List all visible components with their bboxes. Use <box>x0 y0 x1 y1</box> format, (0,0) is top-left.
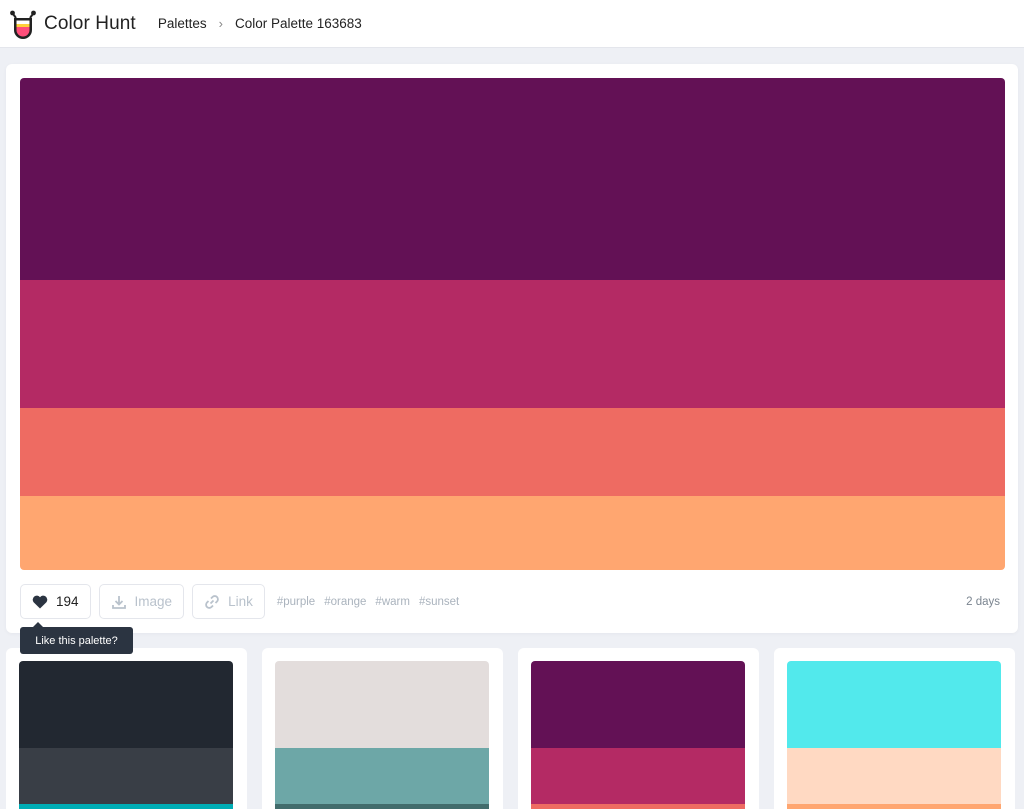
app-title: Color Hunt <box>44 12 136 34</box>
palette-swatch-2[interactable] <box>20 280 1005 408</box>
download-image-button[interactable]: Image <box>98 584 185 619</box>
tag-warm[interactable]: #warm <box>375 596 410 608</box>
tag-purple[interactable]: #purple <box>277 596 315 608</box>
copy-link-button[interactable]: Link <box>192 584 265 619</box>
related-palette-card[interactable] <box>262 648 503 809</box>
link-icon <box>205 594 219 609</box>
main-palette <box>20 78 1005 570</box>
related-swatch[interactable] <box>19 804 233 809</box>
related-palette-card[interactable] <box>774 648 1015 809</box>
related-swatch[interactable] <box>19 748 233 804</box>
related-swatch[interactable] <box>531 661 745 748</box>
heart-icon <box>32 595 48 608</box>
palette-date: 2 days <box>966 596 1000 608</box>
top-header: Color Hunt Palettes › Color Palette 1636… <box>0 0 1024 48</box>
like-tooltip: Like this palette? <box>20 622 133 654</box>
logo[interactable]: Color Hunt <box>9 9 136 39</box>
related-palettes <box>0 648 1024 809</box>
related-swatch[interactable] <box>275 748 489 804</box>
palette-swatch-1[interactable] <box>20 78 1005 280</box>
breadcrumb-separator: › <box>218 16 223 31</box>
palette-swatch-3[interactable] <box>20 408 1005 496</box>
related-swatch[interactable] <box>787 661 1001 748</box>
related-swatch[interactable] <box>531 748 745 804</box>
tag-list: #purple #orange #warm #sunset <box>277 596 468 608</box>
related-swatch[interactable] <box>19 661 233 748</box>
image-label: Image <box>134 594 173 609</box>
like-count: 194 <box>56 594 79 609</box>
related-swatch[interactable] <box>787 804 1001 809</box>
breadcrumb-current-palette: Color Palette 163683 <box>234 16 362 31</box>
related-palette[interactable] <box>787 661 1001 809</box>
color-hunt-logo-icon <box>10 10 36 39</box>
related-swatch[interactable] <box>787 748 1001 804</box>
related-palette[interactable] <box>275 661 489 809</box>
tag-orange[interactable]: #orange <box>324 596 366 608</box>
related-swatch[interactable] <box>275 661 489 748</box>
related-swatch[interactable] <box>531 804 745 809</box>
related-palette[interactable] <box>531 661 745 809</box>
link-label: Link <box>228 594 253 609</box>
download-icon <box>111 595 126 609</box>
breadcrumb-palettes[interactable]: Palettes <box>158 16 207 31</box>
related-palette-card[interactable] <box>518 648 759 809</box>
related-palette[interactable] <box>19 661 233 809</box>
like-button[interactable]: 194 <box>20 584 91 619</box>
related-palette-card[interactable] <box>6 648 247 809</box>
palette-swatch-4[interactable] <box>20 496 1005 570</box>
palette-actions: 194 Image Link #purple #orange #warm #su… <box>20 584 468 619</box>
related-swatch[interactable] <box>275 804 489 809</box>
tag-sunset[interactable]: #sunset <box>419 596 459 608</box>
